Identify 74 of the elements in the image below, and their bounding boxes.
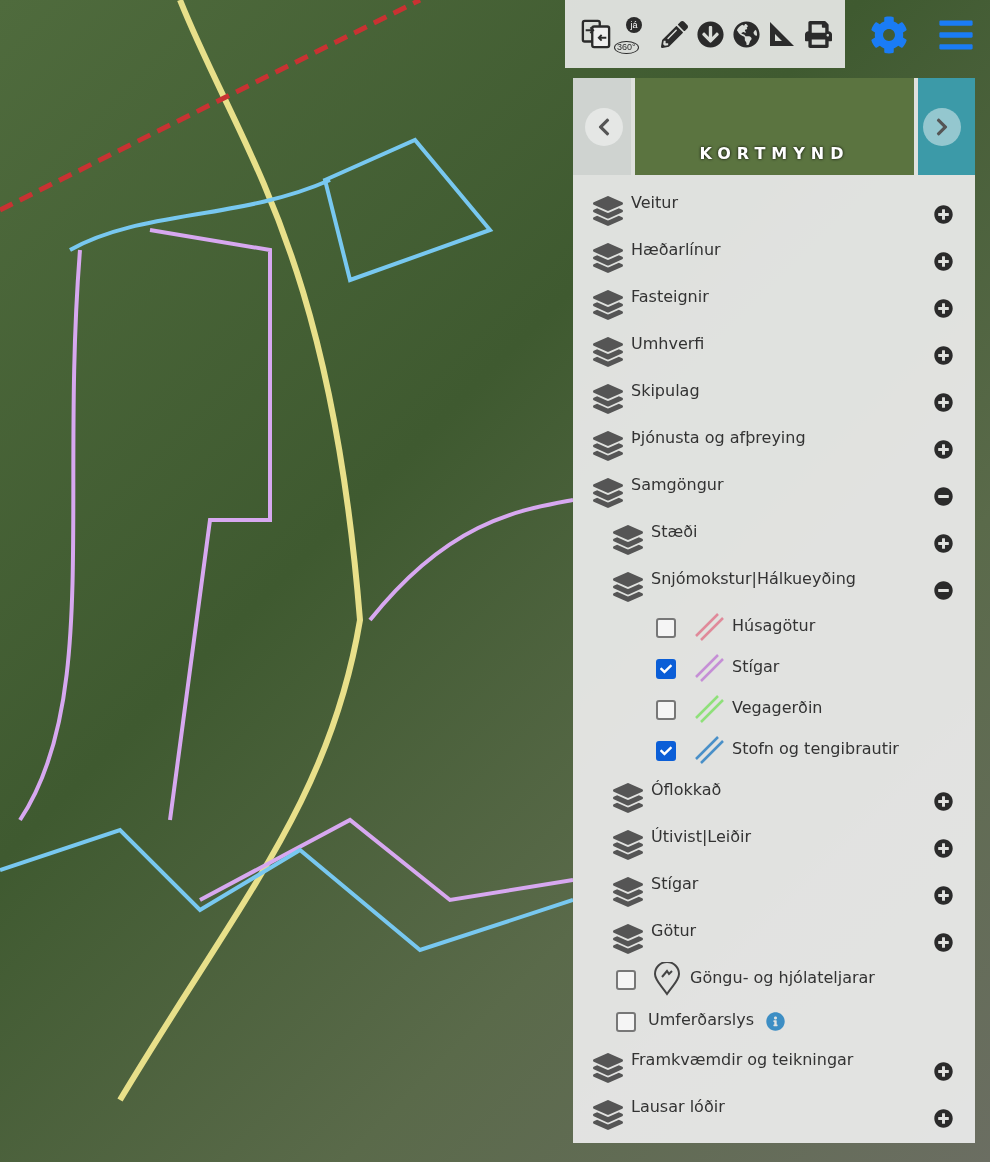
layer-group-label[interactable]: Hæðarlínur <box>631 240 721 260</box>
expand-button[interactable] <box>934 205 953 224</box>
layer-group-label[interactable]: Umhverfi <box>631 334 705 354</box>
expand-button[interactable] <box>934 299 953 318</box>
checkmark-icon <box>660 663 672 675</box>
layer-label[interactable]: Umferðarslys <box>648 1010 755 1030</box>
layer-group-label[interactable]: Útivist|Leiðir <box>651 827 752 847</box>
layer-label[interactable]: Stofn og tengibrautir <box>732 739 899 759</box>
layers-icon <box>613 783 643 813</box>
pencil-icon <box>660 20 688 48</box>
expand-button[interactable] <box>934 886 953 905</box>
layer-label[interactable]: Vegagerðin <box>732 698 823 718</box>
checkbox[interactable] <box>656 659 676 679</box>
expand-button[interactable] <box>934 1109 953 1128</box>
expand-button[interactable] <box>934 393 953 412</box>
collapse-button[interactable] <box>934 487 953 506</box>
next-button[interactable] <box>923 108 961 146</box>
layers-icon <box>593 337 623 367</box>
layer-group-label[interactable]: Skipulag <box>631 381 700 401</box>
expand-button[interactable] <box>934 933 953 952</box>
layers-icon <box>613 924 643 954</box>
expand-button[interactable] <box>934 1062 953 1081</box>
layers-icon <box>593 384 623 414</box>
expand-button[interactable] <box>934 440 953 459</box>
layers-icon <box>593 431 623 461</box>
layers-icon <box>593 243 623 273</box>
print-icon <box>804 20 832 48</box>
checkbox[interactable] <box>656 700 676 720</box>
layer-group-label[interactable]: Lausar lóðir <box>631 1097 725 1117</box>
layers-icon <box>613 830 643 860</box>
checkmark-icon <box>660 745 672 757</box>
expand-button[interactable] <box>934 839 953 858</box>
layers-icon <box>593 478 623 508</box>
layer-group-label[interactable]: Götur <box>651 921 697 941</box>
checkbox[interactable] <box>616 970 636 990</box>
expand-button[interactable] <box>934 792 953 811</box>
expand-button[interactable] <box>934 252 953 271</box>
expand-button[interactable] <box>934 534 953 553</box>
layer-group-label[interactable]: Veitur <box>631 193 678 213</box>
layers-icon <box>593 290 623 320</box>
layer-group-label[interactable]: Óflokkað <box>651 780 722 800</box>
expand-button[interactable] <box>934 346 953 365</box>
download-icon <box>696 20 724 48</box>
collapse-button[interactable] <box>934 581 953 600</box>
layer-group-label[interactable]: Framkvæmdir og teikningar <box>631 1050 854 1070</box>
basemap-title: KORTMYND <box>699 144 850 163</box>
layer-group-label[interactable]: Stæði <box>651 522 698 542</box>
checkbox[interactable] <box>616 1012 636 1032</box>
aerial-map-thumbnail[interactable]: KORTMYND <box>635 78 914 175</box>
checkbox[interactable] <box>656 741 676 761</box>
layers-icon <box>613 572 643 602</box>
layer-group-label[interactable]: Samgöngur <box>631 475 724 495</box>
layers-icon <box>613 525 643 555</box>
previous-button[interactable] <box>585 108 623 146</box>
map-thumbnail[interactable] <box>918 78 975 175</box>
street-view-button[interactable]: já 360° <box>617 14 653 54</box>
layer-label[interactable]: Göngu- og hjólateljarar <box>690 968 875 988</box>
checkbox[interactable] <box>656 618 676 638</box>
compare-icon <box>581 18 611 50</box>
layers-icon <box>593 1053 623 1083</box>
layer-group-label[interactable]: Snjómokstur|Hálkueyðing <box>651 569 856 589</box>
map-pin-icon <box>652 962 682 996</box>
layers-icon <box>593 196 623 226</box>
layers-icon <box>593 1100 623 1130</box>
layers-icon <box>613 877 643 907</box>
layer-group-label[interactable]: Stígar <box>651 874 699 894</box>
layer-label[interactable]: Stígar <box>732 657 780 677</box>
layer-group-label[interactable]: Þjónusta og afþreying <box>631 428 806 448</box>
globe-icon <box>732 20 760 48</box>
badge: já <box>626 17 642 33</box>
layer-group-label[interactable]: Fasteignir <box>631 287 709 307</box>
map-thumbnail[interactable] <box>573 78 631 175</box>
info-icon[interactable] <box>766 1012 786 1031</box>
layer-label[interactable]: Húsagötur <box>732 616 816 636</box>
